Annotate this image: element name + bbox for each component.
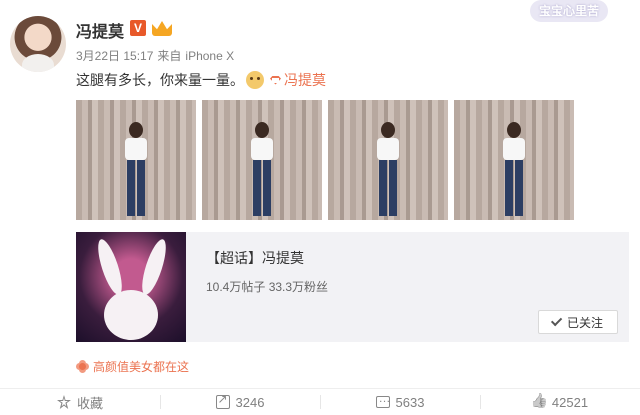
- thumbs-up-icon: [532, 395, 546, 409]
- diamond-icon: [270, 75, 281, 85]
- post-photo[interactable]: [328, 100, 448, 220]
- like-count: 42521: [551, 394, 589, 410]
- post-text: 这腿有多长，你来量一量。: [76, 72, 244, 88]
- person-figure: [501, 122, 527, 220]
- author-name[interactable]: 冯提莫: [76, 18, 124, 42]
- post-photo[interactable]: [454, 100, 574, 220]
- person-figure: [249, 122, 275, 220]
- post-photo[interactable]: [202, 100, 322, 220]
- post-meta: 3月22日 15:17 来自 iPhone X: [76, 47, 238, 64]
- person-figure: [375, 122, 401, 220]
- favorite-label: 收藏: [76, 395, 103, 411]
- favorite-button[interactable]: 收藏: [0, 389, 160, 415]
- following-button[interactable]: 已关注: [538, 310, 618, 334]
- doge-emoji-icon: [246, 71, 264, 89]
- check-icon: [550, 314, 563, 327]
- source-prefix: 来自: [157, 49, 182, 63]
- comment-count: 5633: [395, 394, 425, 410]
- source-label: 高颜值美女都在这: [93, 360, 190, 374]
- post-content: 这腿有多长，你来量一量。 冯提莫: [76, 70, 326, 90]
- weibo-post: 宝宝心里苦 冯提莫 V 3月22日 15:17 来自 iPhone X 这腿有多长，…: [0, 0, 640, 415]
- photo-grid: [76, 100, 574, 220]
- crown-icon: [152, 21, 172, 36]
- share-icon: [215, 392, 230, 409]
- following-label: 已关注: [566, 315, 603, 330]
- action-bar: 收藏 3246 5633 42521: [0, 389, 640, 415]
- card-title: 【超话】冯提莫: [206, 250, 304, 266]
- like-button[interactable]: 42521: [480, 389, 640, 415]
- post-photo[interactable]: [76, 100, 196, 220]
- topic-link-label: 冯提莫: [284, 72, 326, 88]
- card-stats: 10.4万帖子 33.3万粉丝: [206, 280, 329, 294]
- comment-button[interactable]: 5633: [320, 389, 480, 415]
- person-figure: [123, 122, 149, 220]
- comment-icon: [375, 391, 391, 408]
- device-name[interactable]: iPhone X: [185, 49, 234, 63]
- repost-count: 3246: [235, 394, 265, 410]
- source-link[interactable]: 高颜值美女都在这: [76, 358, 189, 375]
- verified-badge-icon: V: [130, 20, 146, 36]
- topic-link[interactable]: 冯提莫: [270, 70, 326, 90]
- card-image: [76, 232, 186, 342]
- flower-icon: [76, 360, 89, 373]
- post-time[interactable]: 3月22日 15:17: [76, 49, 153, 63]
- star-icon: [56, 395, 71, 409]
- repost-button[interactable]: 3246: [160, 389, 320, 415]
- super-topic-card[interactable]: 【超话】冯提莫 10.4万帖子 33.3万粉丝 已关注: [76, 232, 629, 342]
- watermark: 宝宝心里苦: [530, 0, 608, 22]
- avatar[interactable]: [10, 16, 66, 72]
